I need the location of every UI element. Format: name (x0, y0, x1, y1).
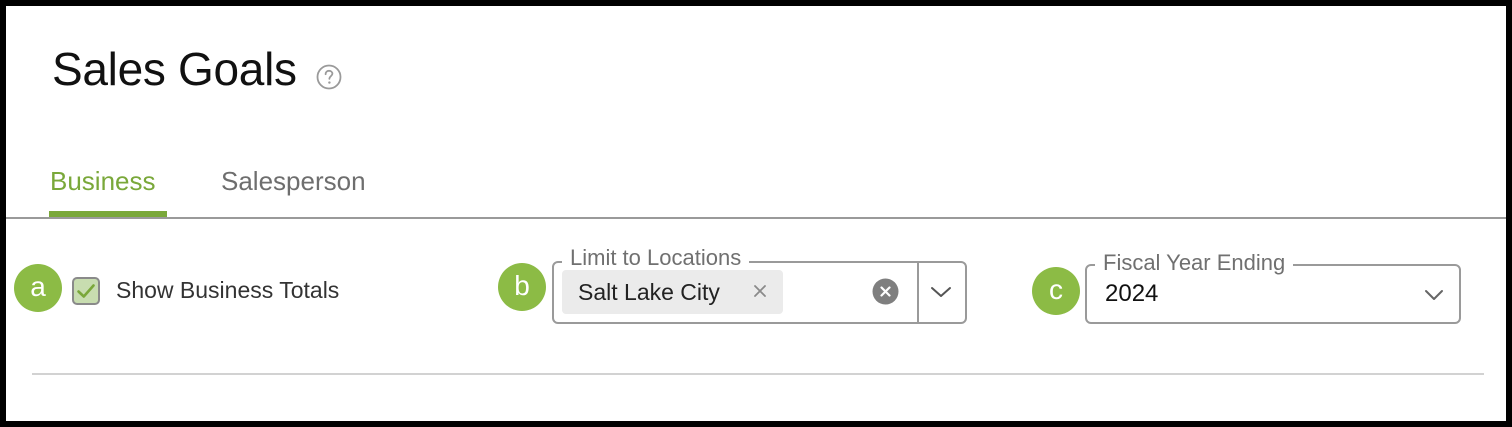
tab-business[interactable]: Business (50, 166, 156, 196)
page-title: Sales Goals (52, 43, 297, 95)
location-chip: Salt Lake City (562, 270, 783, 314)
annotation-badge-a: a (14, 264, 62, 312)
annotation-badge-c: c (1032, 267, 1080, 315)
select-divider (917, 263, 919, 322)
annotation-badge-b: b (498, 263, 546, 311)
section-divider (32, 373, 1484, 375)
checkmark-icon (77, 284, 95, 298)
show-business-totals-checkbox[interactable] (72, 277, 100, 305)
fiscal-year-value[interactable]: 2024 (1105, 280, 1158, 308)
chevron-down-icon[interactable] (1422, 286, 1446, 304)
show-business-totals-label: Show Business Totals (116, 277, 340, 303)
tab-bar: Business Salesperson (6, 146, 1506, 220)
locations-legend: Limit to Locations (562, 246, 750, 270)
tabs-divider (6, 217, 1506, 219)
tab-salesperson[interactable]: Salesperson (221, 166, 366, 196)
chevron-down-icon[interactable] (927, 282, 955, 302)
help-icon[interactable] (316, 64, 342, 90)
location-chip-label: Salt Lake City (578, 279, 720, 305)
close-icon[interactable] (750, 281, 770, 301)
sales-goals-panel: Sales Goals Business Salesperson a Show … (6, 6, 1506, 421)
fiscal-year-legend: Fiscal Year Ending (1095, 251, 1294, 275)
clear-circle-icon[interactable] (872, 278, 899, 305)
